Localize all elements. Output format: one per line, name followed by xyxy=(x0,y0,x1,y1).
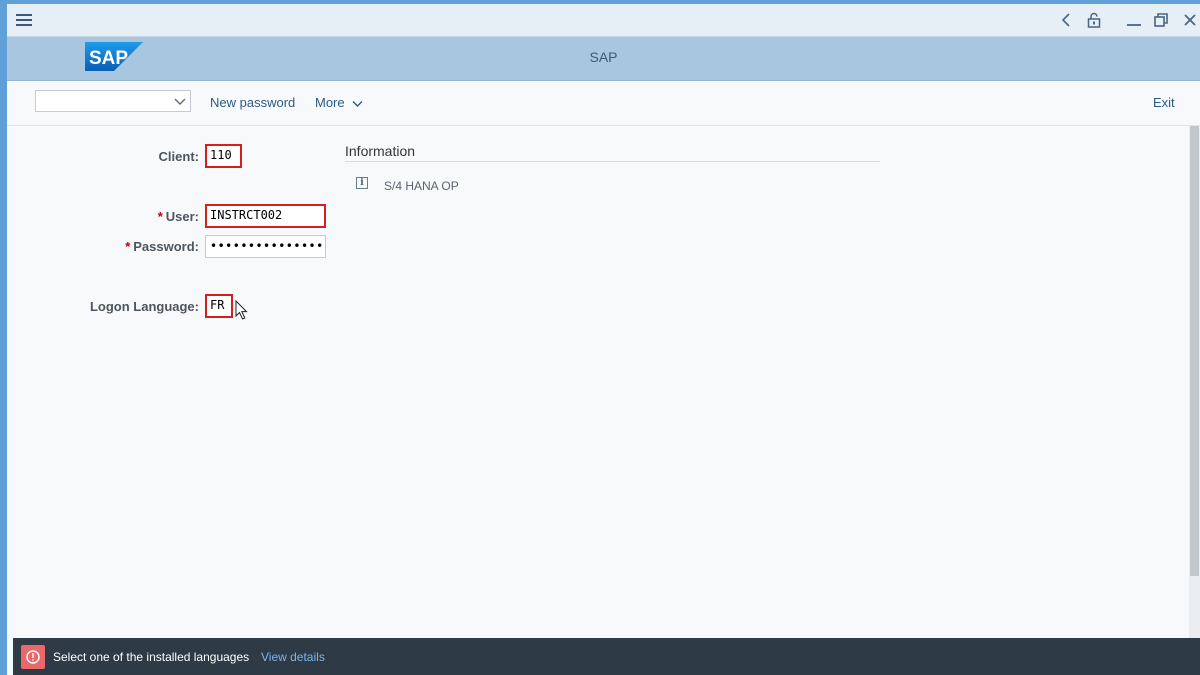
close-icon xyxy=(1184,14,1196,26)
lock-button[interactable] xyxy=(1081,4,1107,36)
main-content xyxy=(7,126,1189,638)
user-label-text: User: xyxy=(165,209,199,224)
exit-button[interactable]: Exit xyxy=(1153,95,1175,110)
page-title: SAP xyxy=(589,49,618,65)
app-header: SAP SAP xyxy=(7,37,1200,81)
chevron-down-icon xyxy=(352,100,363,107)
chevron-down-icon[interactable] xyxy=(174,93,186,109)
restore-icon xyxy=(1154,13,1168,27)
user-label: * User: xyxy=(9,209,199,224)
required-marker: * xyxy=(157,209,163,224)
logon-language-label: Logon Language: xyxy=(89,299,199,314)
back-button[interactable] xyxy=(1053,4,1079,36)
transaction-code-field[interactable] xyxy=(35,90,191,112)
information-heading: Information xyxy=(345,143,416,159)
hamburger-icon xyxy=(16,14,32,26)
minimize-button[interactable] xyxy=(1121,4,1147,36)
error-status-button[interactable] xyxy=(21,645,45,669)
lock-icon xyxy=(1087,12,1101,28)
more-label: More xyxy=(315,95,345,110)
minimize-icon xyxy=(1127,24,1141,26)
system-info-text: S/4 HANA OP xyxy=(384,179,459,193)
hamburger-menu-button[interactable] xyxy=(13,4,35,36)
information-divider xyxy=(345,161,880,162)
error-icon xyxy=(26,650,40,664)
password-label-text: Password: xyxy=(133,239,199,254)
scrollbar-thumb[interactable] xyxy=(1190,126,1199,576)
client-label: Client: xyxy=(158,149,199,164)
user-field[interactable]: INSTRCT002 xyxy=(205,204,326,228)
password-field[interactable]: ••••••••••••••• xyxy=(205,235,326,258)
new-password-button[interactable]: New password xyxy=(210,95,295,110)
client-field[interactable]: 110 xyxy=(205,144,242,168)
status-message: Select one of the installed languages xyxy=(53,650,250,664)
close-button[interactable] xyxy=(1177,4,1200,36)
password-label: * Password: xyxy=(9,239,199,254)
info-icon: i xyxy=(356,177,368,189)
status-bar: Select one of the installed languages Vi… xyxy=(13,638,1200,675)
title-bar xyxy=(7,4,1200,37)
more-menu-button[interactable]: More xyxy=(315,95,363,110)
required-marker: * xyxy=(125,239,131,254)
view-details-link[interactable]: View details xyxy=(261,650,325,664)
toolbar: New password More Exit xyxy=(7,81,1200,126)
window-frame-left xyxy=(0,0,7,675)
restore-button[interactable] xyxy=(1148,4,1174,36)
back-icon xyxy=(1061,13,1070,27)
mouse-pointer-icon xyxy=(235,300,248,320)
logon-language-field[interactable]: FR xyxy=(205,294,233,318)
